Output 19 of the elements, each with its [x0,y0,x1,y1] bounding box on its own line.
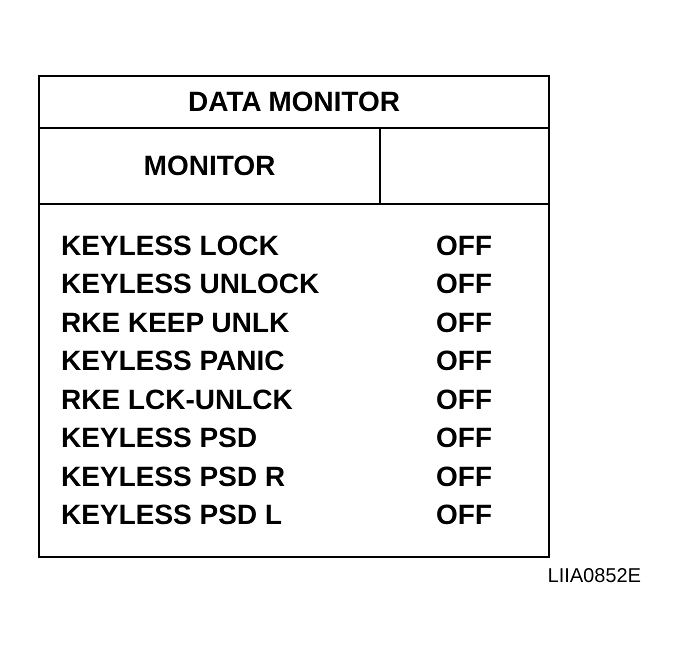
item-name: KEYLESS PSD R [61,462,286,493]
item-value: OFF [436,308,492,339]
item-name: KEYLESS LOCK [61,230,280,262]
item-value: OFF [436,500,492,532]
item-value: OFF [436,384,492,416]
item-name: KEYLESS PANIC [61,346,286,378]
item-value: OFF [436,230,492,262]
item-name: KEYLESS PSD L [61,500,283,532]
item-value: OFF [436,346,492,378]
item-value: OFF [436,462,492,493]
item-value: OFF [436,269,492,300]
figure-code: LIIA0852E [548,565,641,587]
column-header: MONITOR [144,150,276,182]
item-name: RKE KEEP UNLK [61,308,290,339]
item-name: KEYLESS UNLOCK [61,269,320,300]
table-title: DATA MONITOR [188,86,400,118]
item-name: KEYLESS PSD [61,423,258,454]
item-value: OFF [436,423,492,454]
item-name: RKE LCK-UNLCK [61,384,294,416]
